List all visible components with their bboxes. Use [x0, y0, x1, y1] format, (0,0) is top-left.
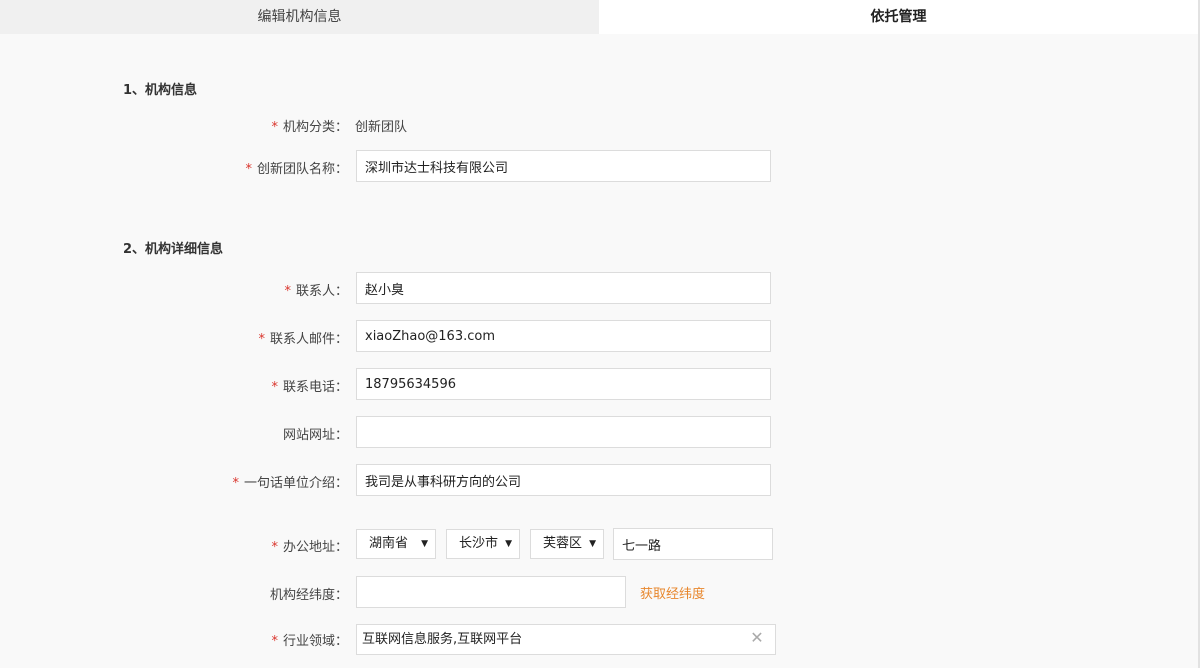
- email-label-text: 联系人邮件：: [269, 332, 348, 347]
- section-title-detail: 2、机构详细信息: [123, 242, 224, 257]
- tab-bar: 编辑机构信息 依托管理: [0, 0, 1198, 34]
- email-label: * 联系人邮件：: [258, 328, 348, 347]
- website-label: 网站网址：: [283, 424, 348, 443]
- get-coords-link[interactable]: 获取经纬度: [640, 583, 705, 602]
- district-select-value: 芙蓉区: [543, 536, 583, 551]
- tab-edit-org-info[interactable]: 编辑机构信息: [0, 0, 599, 34]
- address-label-text: 办公地址：: [282, 540, 348, 555]
- intro-label: * 一句话单位介绍：: [232, 472, 348, 491]
- org-category-label-text: 机构分类：: [282, 120, 348, 135]
- coords-label-text: 机构经纬度：: [269, 588, 348, 603]
- province-select[interactable]: 湖南省 ▼: [356, 529, 436, 559]
- phone-label: * 联系电话：: [271, 376, 348, 395]
- street-input[interactable]: [613, 528, 773, 560]
- industry-label-text: 行业领域：: [282, 634, 348, 649]
- org-category-label: * 机构分类：: [271, 116, 348, 135]
- intro-input[interactable]: [356, 464, 771, 496]
- city-select[interactable]: 长沙市 ▼: [446, 529, 520, 559]
- province-select-value: 湖南省: [369, 536, 409, 551]
- district-select[interactable]: 芙蓉区 ▼: [530, 529, 604, 559]
- team-name-label-text: 创新团队名称：: [256, 162, 348, 177]
- team-name-input[interactable]: [356, 150, 771, 182]
- required-mark: *: [245, 162, 252, 177]
- city-select-value: 长沙市: [459, 536, 499, 551]
- industry-value: 互联网信息服务,互联网平台: [362, 632, 523, 647]
- required-mark: *: [271, 120, 278, 135]
- industry-label: * 行业领域：: [271, 630, 348, 649]
- phone-input[interactable]: [356, 368, 771, 400]
- required-mark: *: [258, 332, 265, 347]
- contact-label-text: 联系人：: [295, 284, 348, 299]
- tab-dependency-management[interactable]: 依托管理: [599, 0, 1198, 34]
- coords-label: 机构经纬度：: [270, 584, 348, 603]
- intro-label-text: 一句话单位介绍：: [243, 476, 348, 491]
- required-mark: *: [284, 284, 291, 299]
- coords-input[interactable]: [356, 576, 626, 608]
- team-name-label: * 创新团队名称：: [245, 158, 348, 177]
- industry-field[interactable]: 互联网信息服务,互联网平台: [356, 624, 776, 655]
- email-input[interactable]: [356, 320, 771, 352]
- contact-label: * 联系人：: [284, 280, 348, 299]
- org-category-value: 创新团队: [355, 120, 408, 135]
- address-label: * 办公地址：: [271, 536, 348, 555]
- contact-input[interactable]: [356, 272, 771, 304]
- required-mark: *: [232, 476, 239, 491]
- website-label-text: 网站网址：: [282, 428, 348, 443]
- section-title-basic: 1、机构信息: [123, 83, 198, 98]
- clear-icon[interactable]: ✕: [748, 629, 766, 647]
- required-mark: *: [271, 540, 278, 555]
- caret-down-icon: ▼: [505, 539, 512, 549]
- caret-down-icon: ▼: [421, 539, 428, 549]
- phone-label-text: 联系电话：: [282, 380, 348, 395]
- required-mark: *: [271, 634, 278, 649]
- caret-down-icon: ▼: [589, 539, 596, 549]
- required-mark: *: [271, 380, 278, 395]
- page: 编辑机构信息 依托管理 1、机构信息 * 机构分类： 创新团队 * 创新团队名称： …: [0, 0, 1200, 668]
- website-input[interactable]: [356, 416, 771, 448]
